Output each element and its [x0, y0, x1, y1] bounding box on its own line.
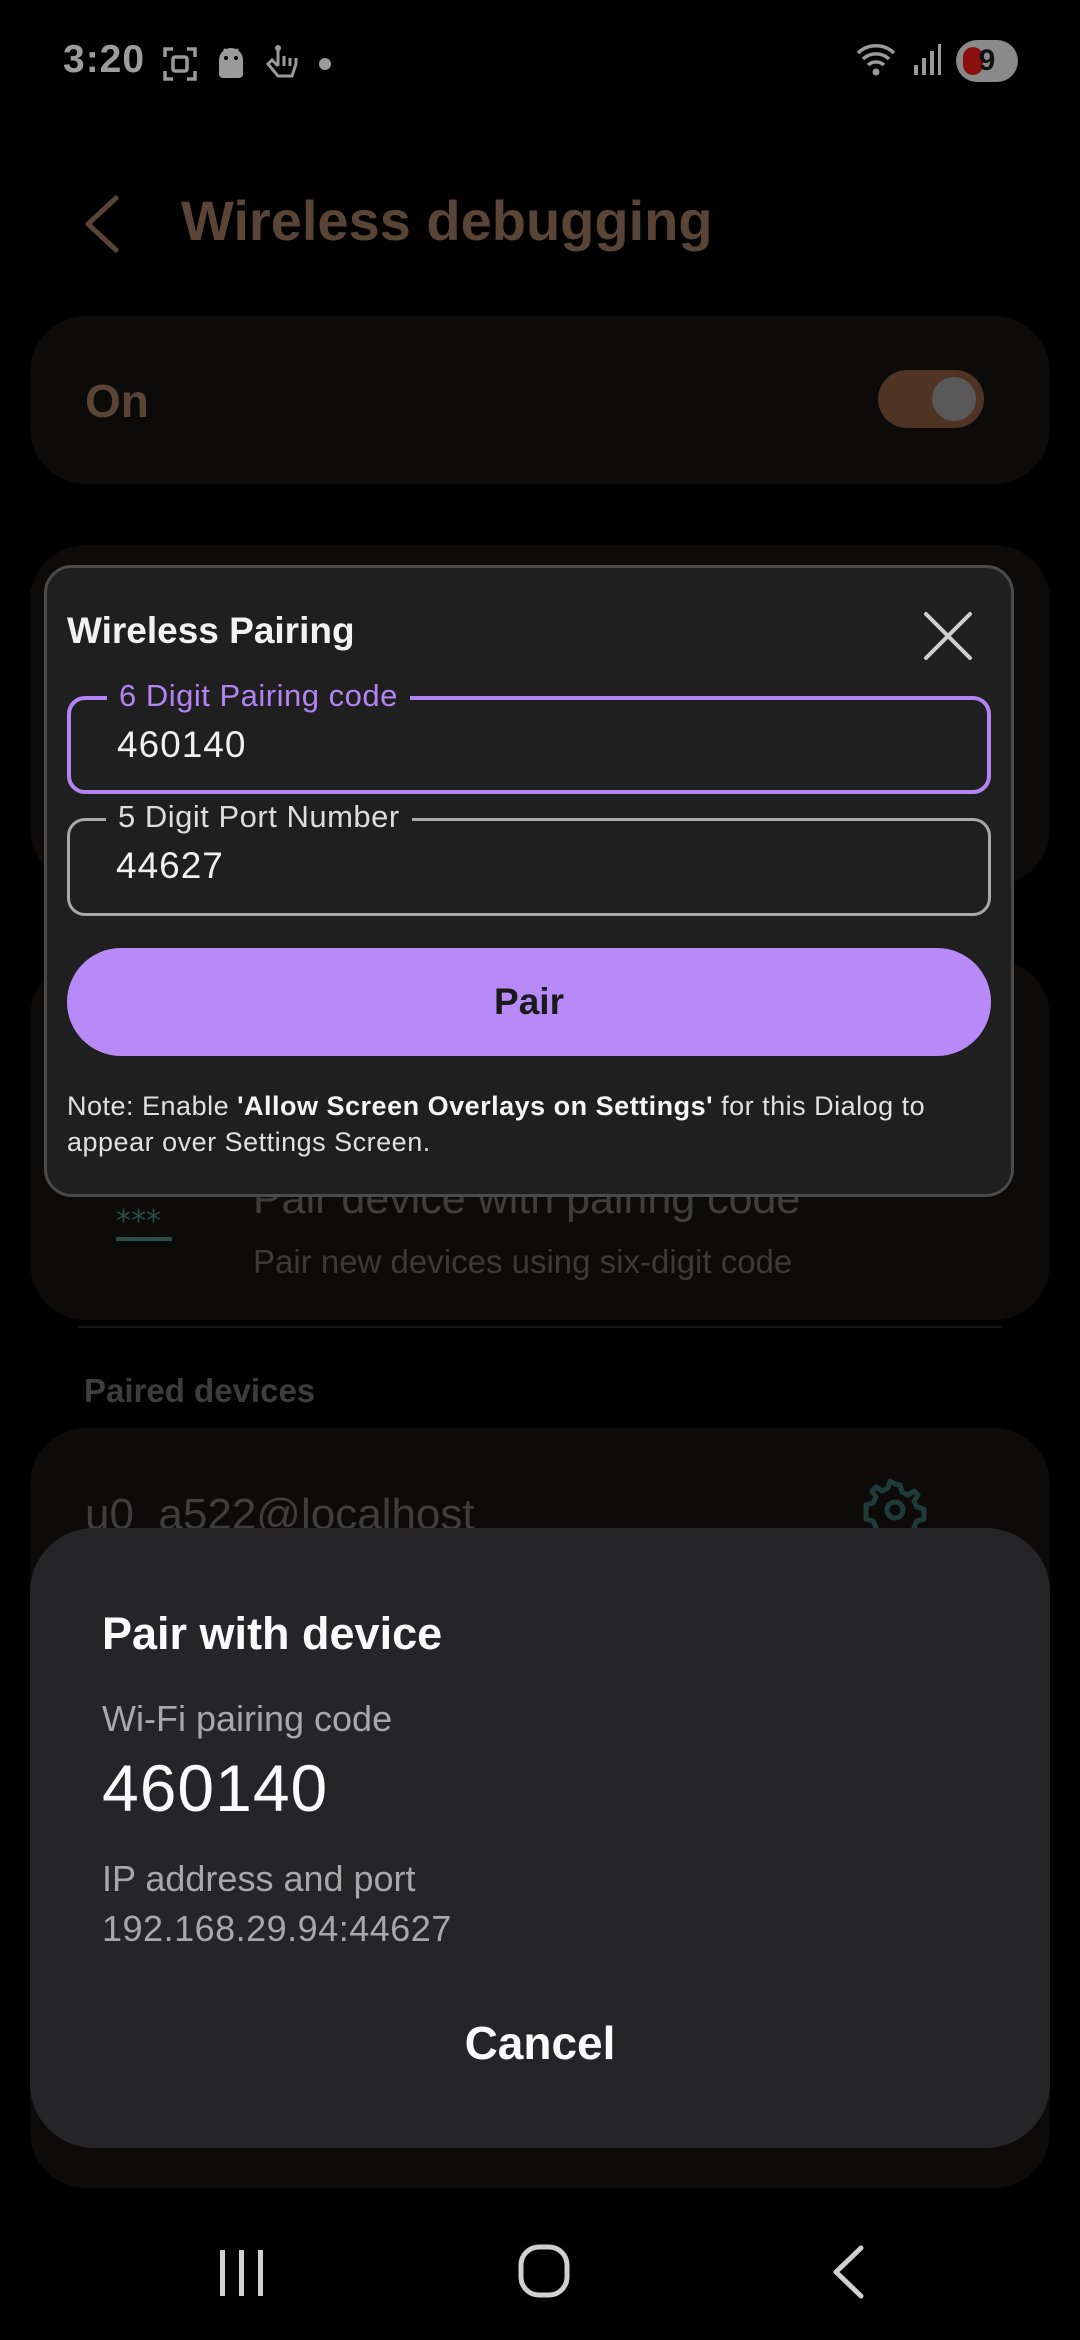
page-title: Wireless debugging — [181, 189, 713, 252]
ip-address-value: 192.168.29.94:44627 — [102, 1908, 452, 1949]
wifi-icon — [854, 41, 898, 82]
app-bar: Wireless debugging — [0, 160, 1080, 280]
pairing-code-input[interactable]: 460140 — [117, 724, 246, 766]
note-prefix: Note: Enable — [67, 1091, 238, 1121]
pairing-code-label: 6 Digit Pairing code — [107, 678, 410, 714]
port-number-input[interactable]: 44627 — [116, 845, 224, 887]
overlay-note: Note: Enable 'Allow Screen Overlays on S… — [67, 1088, 997, 1160]
back-icon[interactable] — [830, 2244, 866, 2305]
signal-icon — [912, 41, 942, 82]
status-bar: 3:20 9 — [0, 0, 1080, 125]
recents-icon[interactable] — [218, 2248, 266, 2303]
pairing-code-icon: *** — [114, 1204, 174, 1250]
wireless-pairing-dialog: Wireless Pairing 6 Digit Pairing code 46… — [44, 565, 1014, 1197]
battery-icon: 9 — [956, 40, 1018, 82]
home-icon[interactable] — [518, 2244, 570, 2303]
cancel-button[interactable]: Cancel — [390, 1998, 690, 2088]
status-system-icons: 9 — [854, 40, 1018, 82]
switch-knob — [932, 377, 976, 421]
hand-icon — [264, 44, 300, 89]
back-chevron-icon[interactable] — [82, 194, 122, 259]
battery-level: 9 — [978, 44, 996, 77]
wireless-debugging-switch[interactable] — [878, 370, 984, 428]
port-number-field[interactable]: 5 Digit Port Number 44627 — [67, 799, 991, 916]
wireless-debugging-toggle-card[interactable]: On — [30, 316, 1050, 484]
divider — [78, 1326, 1002, 1328]
pair-button[interactable]: Pair — [67, 948, 991, 1056]
paired-devices-header: Paired devices — [84, 1372, 316, 1409]
status-time: 3:20 — [63, 38, 146, 81]
dialog-title: Wireless Pairing — [67, 610, 355, 651]
wifi-pairing-code: 460140 — [102, 1751, 329, 1825]
close-icon[interactable] — [920, 608, 976, 664]
pairing-code-field[interactable]: 6 Digit Pairing code 460140 — [67, 678, 991, 794]
status-notification-icons — [162, 44, 332, 89]
dot-icon — [318, 57, 332, 76]
wifi-code-label: Wi-Fi pairing code — [102, 1698, 393, 1739]
pair-with-code-subtitle: Pair new devices using six-digit code — [253, 1243, 793, 1280]
svg-text:***: *** — [116, 1205, 161, 1239]
sheet-title: Pair with device — [102, 1608, 443, 1659]
toggle-label: On — [85, 375, 149, 427]
port-number-label: 5 Digit Port Number — [106, 799, 412, 835]
pair-with-device-sheet: Pair with device Wi-Fi pairing code 4601… — [30, 1528, 1050, 2148]
ip-address-label: IP address and port — [102, 1858, 416, 1899]
screenshot-icon — [162, 46, 198, 87]
android-icon — [216, 46, 246, 87]
navigation-bar — [0, 2200, 1080, 2340]
note-emphasis: 'Allow Screen Overlays on Settings' — [237, 1091, 714, 1121]
